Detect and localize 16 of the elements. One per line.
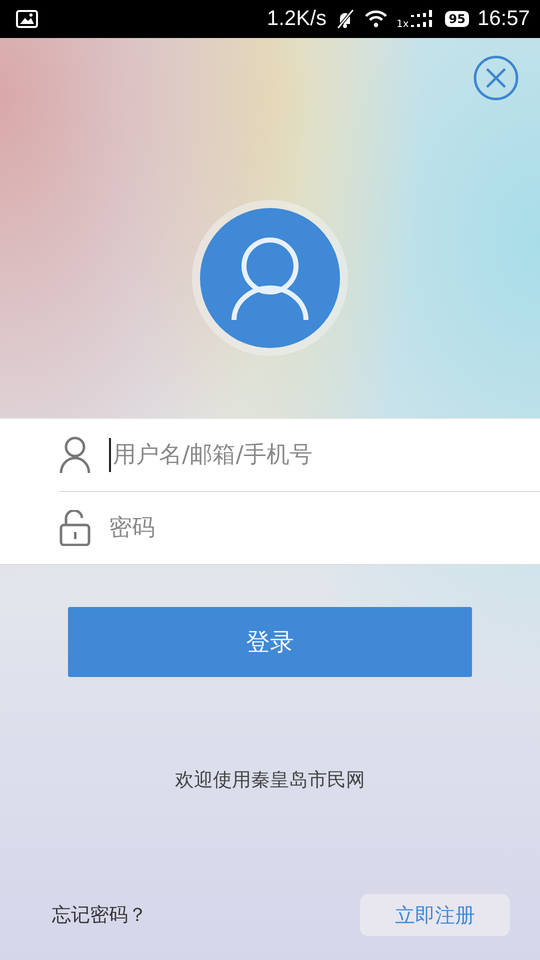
user-icon (59, 436, 91, 474)
login-button[interactable]: 登录 (68, 607, 472, 677)
network-speed: 1.2K/s (266, 7, 326, 31)
username-field[interactable]: 用户名/邮箱/手机号 (109, 438, 493, 472)
network-type: 1x (396, 19, 409, 30)
battery-level: 95 (444, 11, 470, 27)
close-icon[interactable] (472, 54, 520, 102)
image-icon (16, 10, 38, 28)
password-field[interactable]: 密码 (109, 511, 489, 545)
welcome-text: 欢迎使用秦皇岛市民网 (175, 768, 365, 793)
register-button[interactable]: 立即注册 (360, 894, 510, 936)
unlocked-padlock-icon (59, 510, 91, 546)
wifi-icon (364, 10, 388, 28)
clock: 16:57 (477, 7, 530, 31)
avatar-icon (200, 208, 340, 348)
forgot-password-link[interactable]: 忘记密码？ (52, 902, 147, 928)
